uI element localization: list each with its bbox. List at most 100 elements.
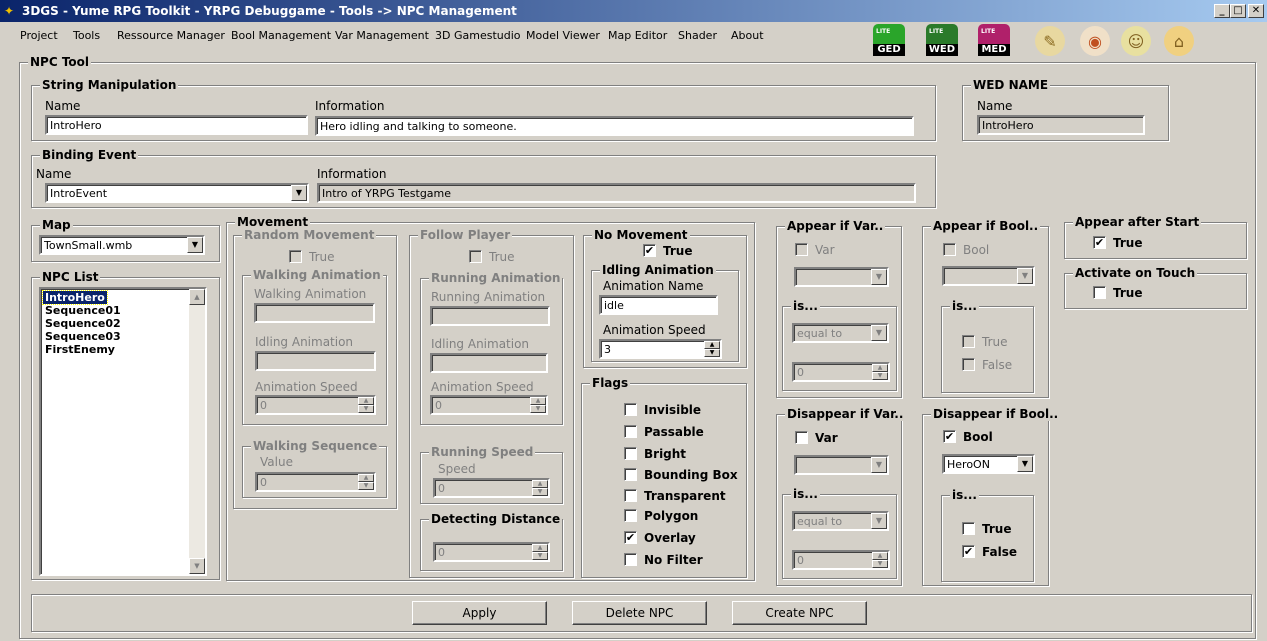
appear-bool-checkbox[interactable] [943,243,956,256]
menu-var-management[interactable]: Var Management [335,29,429,42]
flag-checkbox[interactable] [624,509,637,522]
appear-bool-true-checkbox[interactable] [962,335,975,348]
follow-player-checkbox[interactable] [469,250,482,263]
minimize-button[interactable]: _ [1214,4,1230,18]
string-info-input[interactable]: Hero idling and talking to someone. [315,116,914,136]
spin-up-icon[interactable]: ▲ [704,341,720,349]
random-movement-checkbox[interactable] [289,250,302,263]
disappear-bool-true-label: True [982,522,1012,536]
running-speed-title: Running Speed [429,445,536,459]
mask-icon[interactable]: ☺ [1121,26,1151,56]
flag-checkbox[interactable] [624,489,637,502]
wed-name-field: IntroHero [977,115,1145,135]
flag-checkbox[interactable] [624,468,637,481]
menu-bar: Project Tools Ressource Manager Bool Man… [0,22,1267,50]
npc-listbox[interactable]: IntroHero Sequence01 Sequence02 Sequence… [39,287,207,576]
chevron-down-icon[interactable]: ▼ [187,237,203,253]
menu-about[interactable]: About [731,29,764,42]
chevron-down-icon: ▼ [871,325,887,341]
npc-list-item[interactable]: IntroHero [42,290,108,305]
scroll-up-icon[interactable]: ▲ [189,289,205,305]
npc-list-item[interactable]: FirstEnemy [43,343,117,356]
npc-list-item[interactable]: Sequence02 [43,317,123,330]
delete-npc-button[interactable]: Delete NPC [572,601,707,625]
disappear-bool-title: Disappear if Bool.. [931,407,1061,421]
npc-list-item[interactable]: Sequence01 [43,304,123,317]
disappear-var-is-title: is... [791,487,820,501]
disappear-bool-true-checkbox[interactable] [962,522,975,535]
idle-anim-speed-spinner[interactable]: 3 ▲ ▼ [599,339,722,359]
appear-var-op-value: equal to [797,327,843,340]
menu-ressource-manager[interactable]: Ressource Manager [117,29,225,42]
idle-anim-name-label: Animation Name [603,279,704,293]
flag-checkbox[interactable]: ✔ [624,531,637,544]
close-button[interactable]: ✕ [1248,4,1264,18]
menu-3d-gamestudio[interactable]: 3D Gamestudio [435,29,521,42]
scripting-icon[interactable]: ✎ [1035,26,1065,56]
disappear-bool-false-checkbox[interactable]: ✔ [962,545,975,558]
spin-down-icon[interactable]: ▼ [704,349,720,357]
disappear-bool-label: Bool [963,430,993,444]
walking-speed-spinner: 0 ▲ ▼ [255,395,376,415]
menu-shader[interactable]: Shader [678,29,717,42]
maximize-button[interactable]: □ [1230,4,1246,18]
walking-animation-title: Walking Animation [251,268,383,282]
appear-bool-false-checkbox[interactable] [962,358,975,371]
event-name-label: Name [36,167,72,181]
disappear-var-checkbox[interactable] [795,431,808,444]
med-icon[interactable]: LITE MED [978,24,1010,56]
npc-tool-title: NPC Tool [28,55,92,69]
chevron-down-icon[interactable]: ▼ [1017,456,1033,472]
npc-list-scrollbar[interactable]: ▲ ▼ [189,289,205,574]
menu-project[interactable]: Project [20,29,58,42]
appear-var-checkbox[interactable] [795,243,808,256]
appear-after-start-title: Appear after Start [1073,215,1202,229]
disappear-bool-checkbox[interactable]: ✔ [943,430,956,443]
chevron-down-icon[interactable]: ▼ [291,185,307,201]
appear-after-start-checkbox[interactable]: ✔ [1093,236,1106,249]
ged-icon[interactable]: LITE GED [873,24,905,56]
window-title: 3DGS - Yume RPG Toolkit - YRPG Debuggame… [22,4,517,18]
spin-up-icon: ▲ [358,397,374,405]
no-movement-true-label: True [663,244,693,258]
disappear-var-title: Disappear if Var.. [785,407,906,421]
spin-down-icon: ▼ [530,405,546,413]
wed-icon[interactable]: LITE WED [926,24,958,56]
flag-checkbox[interactable] [624,447,637,460]
menu-model-viewer[interactable]: Model Viewer [526,29,600,42]
string-info-label: Information [315,99,385,113]
chevron-down-icon: ▼ [871,269,887,285]
walking-anim-label: Walking Animation [254,287,367,301]
npc-list-item[interactable]: Sequence03 [43,330,123,343]
walking-seq-value-label: Value [260,455,293,469]
spin-up-icon: ▲ [872,552,888,560]
create-npc-button[interactable]: Create NPC [732,601,867,625]
flag-label: Bright [644,447,687,461]
disappear-bool-dropdown[interactable]: HeroON ▼ [942,454,1035,474]
running-anim-input [430,306,550,326]
home-icon[interactable]: ⌂ [1164,26,1194,56]
map-dropdown[interactable]: TownSmall.wmb ▼ [39,235,205,255]
flag-checkbox[interactable] [624,553,637,566]
running-speed-label: Animation Speed [431,380,534,394]
flag-label: Invisible [644,403,702,417]
disappear-bool-value: HeroON [947,458,990,471]
flag-checkbox[interactable] [624,403,637,416]
chevron-down-icon: ▼ [871,513,887,529]
scroll-down-icon[interactable]: ▼ [189,558,205,574]
idle-anim-name-input[interactable]: idle [599,295,718,315]
spin-up-icon: ▲ [530,397,546,405]
menu-tools[interactable]: Tools [73,29,100,42]
appear-var-title: Appear if Var.. [785,219,886,233]
appear-var-num-spinner: 0 ▲ ▼ [792,362,890,382]
apply-button[interactable]: Apply [412,601,547,625]
event-name-dropdown[interactable]: IntroEvent ▼ [45,183,309,203]
flag-label: Transparent [644,489,726,503]
disk-icon[interactable]: ◉ [1080,26,1110,56]
no-movement-checkbox[interactable]: ✔ [643,244,656,257]
flag-checkbox[interactable] [624,425,637,438]
menu-bool-management[interactable]: Bool Management [231,29,331,42]
menu-map-editor[interactable]: Map Editor [608,29,667,42]
activate-on-touch-checkbox[interactable] [1093,286,1106,299]
string-name-input[interactable]: IntroHero [45,115,308,135]
